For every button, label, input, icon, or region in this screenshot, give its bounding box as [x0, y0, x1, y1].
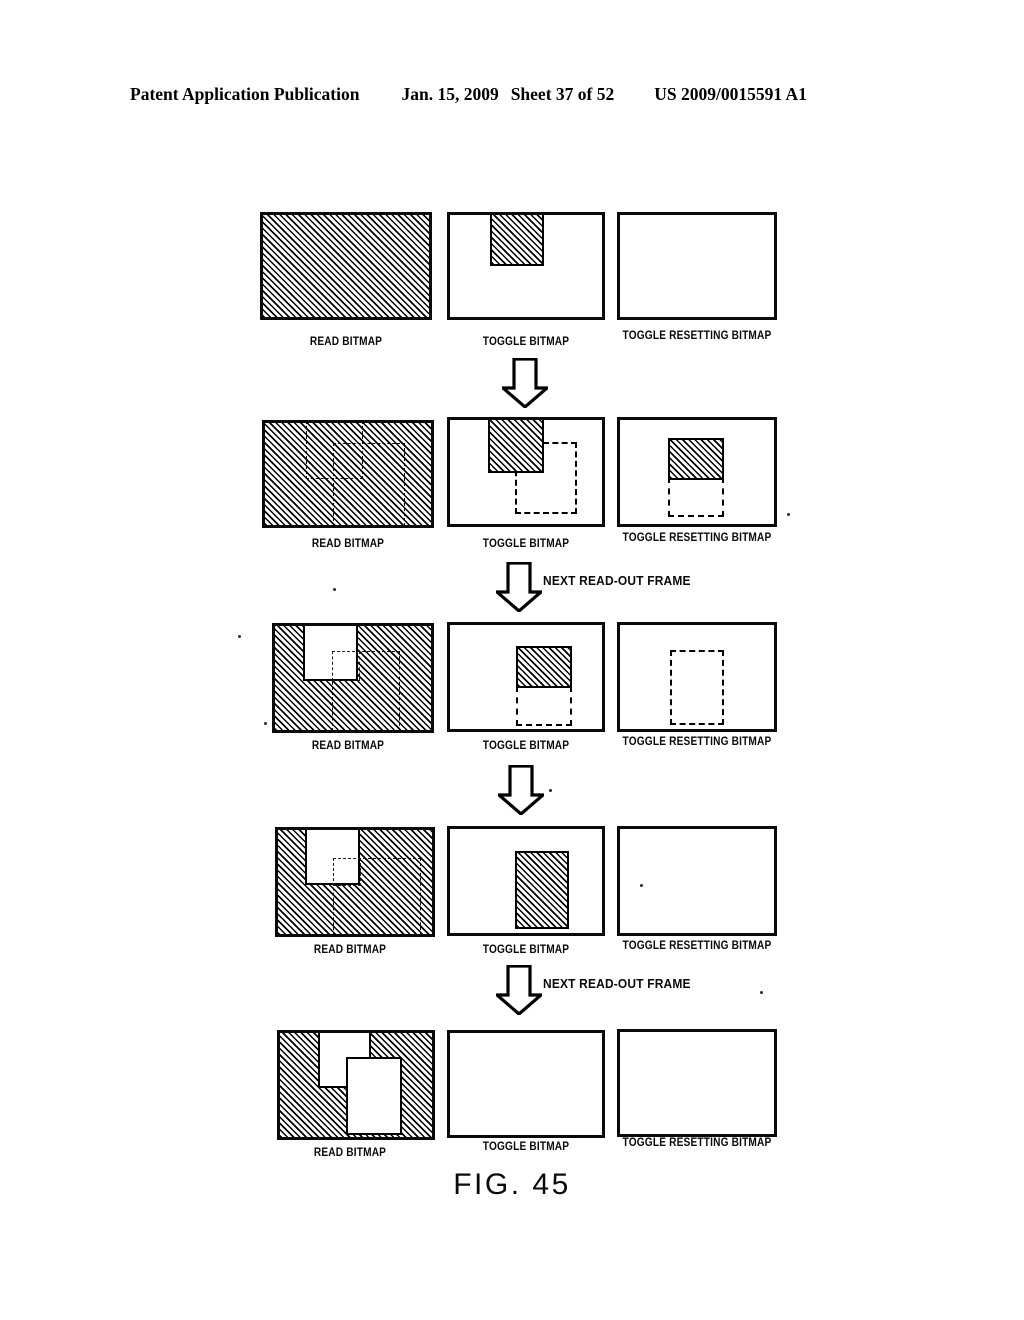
row-3-read-bitmap-panel [272, 623, 434, 733]
toggle-active-region [515, 851, 569, 929]
row-5-toggle-bitmap-panel [447, 1030, 605, 1138]
flow-arrow-1 [502, 358, 548, 408]
row-2-toggle-resetting-bitmap-label: TOGGLE RESETTING BITMAP [622, 532, 772, 544]
read-region-cleared-b [346, 1057, 402, 1135]
scan-speck [760, 991, 763, 994]
scan-speck [333, 588, 336, 591]
row-2-toggle-resetting-bitmap-panel [617, 417, 777, 527]
row-5-read-bitmap-panel [277, 1030, 435, 1140]
flow-arrow-2 [496, 562, 542, 612]
row-2-toggle-bitmap-label: TOGGLE BITMAP [482, 538, 570, 550]
figure-caption: FIG. 45 [453, 1168, 571, 1201]
toggle-active-region [488, 420, 544, 473]
scan-speck [238, 635, 241, 638]
scan-speck [640, 884, 643, 887]
resetting-active-region [668, 438, 724, 480]
row-2-toggle-bitmap-panel [447, 417, 605, 527]
row-3-read-bitmap-label: READ BITMAP [311, 740, 385, 752]
row-4-toggle-resetting-bitmap-label: TOGGLE RESETTING BITMAP [622, 940, 772, 952]
row-5-toggle-bitmap-label: TOGGLE BITMAP [482, 1141, 570, 1153]
row-3-toggle-resetting-bitmap-label: TOGGLE RESETTING BITMAP [622, 736, 772, 748]
row-1-toggle-bitmap-label: TOGGLE BITMAP [482, 336, 570, 348]
row-1-toggle-bitmap-panel [447, 212, 605, 320]
flow-arrow-2-label: NEXT READ-OUT FRAME [543, 573, 691, 588]
row-3-toggle-resetting-bitmap-panel [617, 622, 777, 732]
read-region-outline-b [333, 443, 405, 525]
row-4-toggle-bitmap-panel [447, 826, 605, 936]
toggle-active-region [490, 215, 544, 266]
row-2-read-bitmap-panel [262, 420, 434, 528]
row-2-read-bitmap-label: READ BITMAP [311, 538, 385, 550]
figure-45: READ BITMAP TOGGLE BITMAP TOGGLE RESETTI… [0, 0, 1024, 1320]
scan-speck [264, 722, 267, 725]
row-3-toggle-bitmap-panel [447, 622, 605, 732]
flow-arrow-4 [496, 965, 542, 1015]
scan-speck [549, 789, 552, 792]
toggle-active-region [516, 646, 572, 688]
row-5-toggle-resetting-bitmap-label: TOGGLE RESETTING BITMAP [622, 1137, 772, 1149]
row-5-read-bitmap-label: READ BITMAP [313, 1147, 387, 1159]
row-4-toggle-resetting-bitmap-panel [617, 826, 777, 936]
resetting-previous-region [670, 650, 724, 725]
toggle-previous-region [516, 686, 572, 726]
row-1-read-bitmap-label: READ BITMAP [309, 336, 383, 348]
row-1-toggle-resetting-bitmap-label: TOGGLE RESETTING BITMAP [622, 330, 772, 342]
row-4-toggle-bitmap-label: TOGGLE BITMAP [482, 944, 570, 956]
read-region-outline-a [333, 858, 361, 886]
row-1-read-bitmap-panel [260, 212, 432, 320]
resetting-previous-region [668, 477, 724, 517]
flow-arrow-4-label: NEXT READ-OUT FRAME [543, 976, 691, 991]
row-4-read-bitmap-panel [275, 827, 435, 937]
row-4-read-bitmap-label: READ BITMAP [313, 944, 387, 956]
row-5-toggle-resetting-bitmap-panel [617, 1029, 777, 1137]
row-1-toggle-resetting-bitmap-panel [617, 212, 777, 320]
scan-speck [787, 513, 790, 516]
read-region-outline-a [332, 651, 360, 681]
row-3-toggle-bitmap-label: TOGGLE BITMAP [482, 740, 570, 752]
flow-arrow-3 [498, 765, 544, 815]
